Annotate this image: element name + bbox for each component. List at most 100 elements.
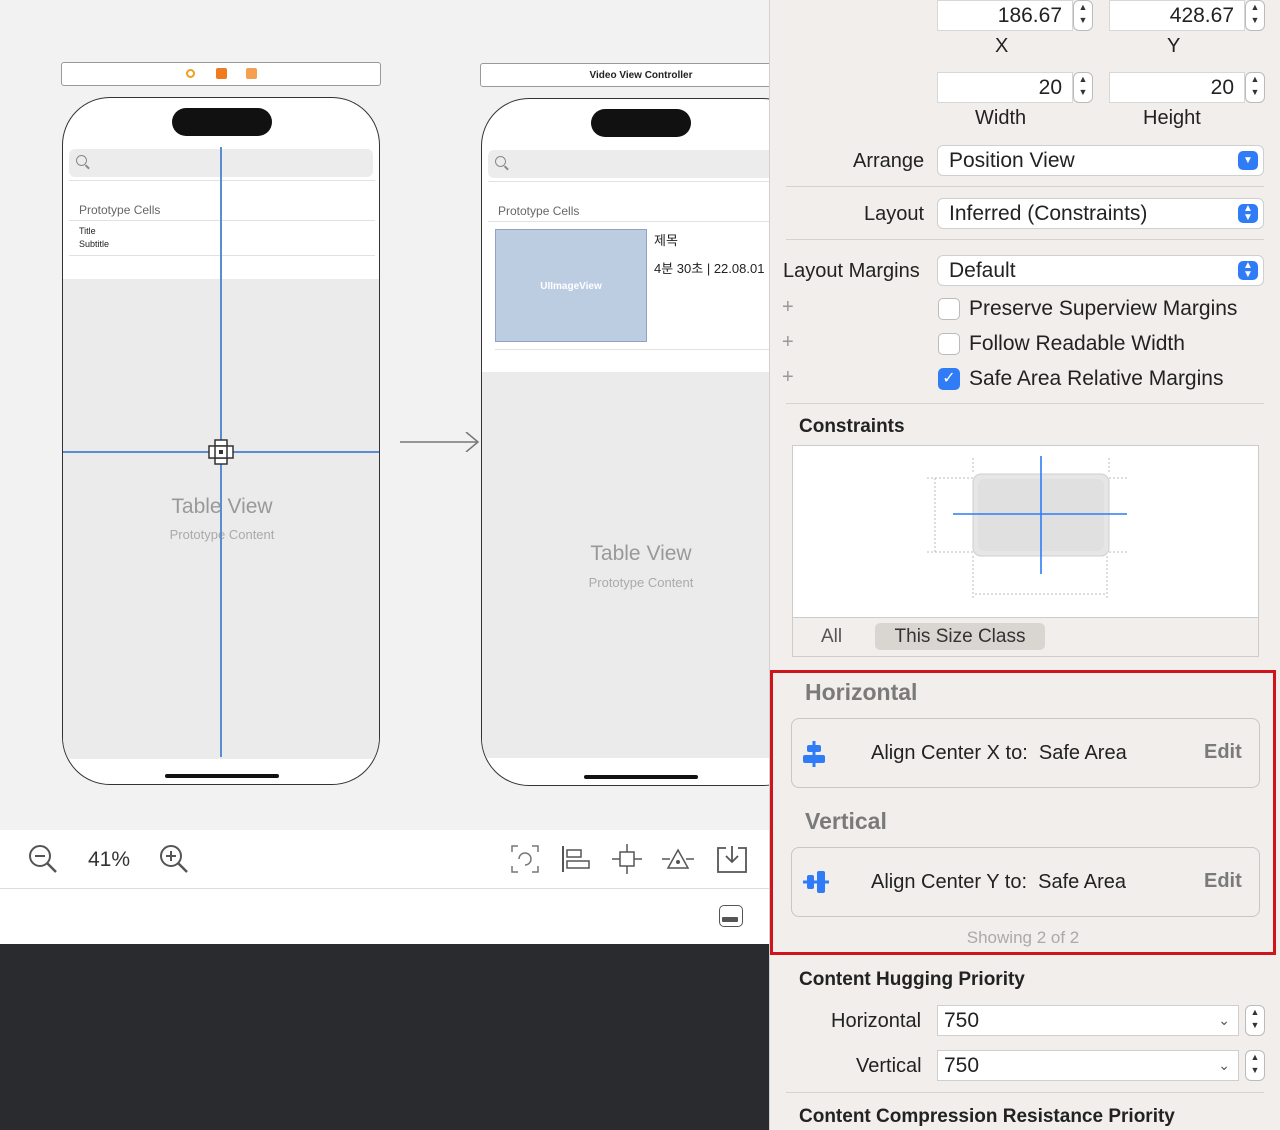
up-down-chevron-icon: ▲ ▼ [1238, 261, 1258, 280]
content-hugging-title: Content Hugging Priority [799, 969, 1025, 990]
add-variation-icon[interactable]: + [782, 366, 794, 389]
constraints-editor[interactable]: All This Size Class [792, 445, 1259, 657]
zoom-in-button[interactable] [159, 844, 189, 879]
hugging-horizontal-label: Horizontal [831, 1010, 922, 1032]
x-field[interactable]: 186.67 [937, 0, 1073, 31]
y-field[interactable]: 428.67 [1109, 0, 1245, 31]
exit-icon[interactable] [246, 68, 257, 79]
height-field[interactable]: 20 [1109, 72, 1245, 103]
safe-area-relative-margins-checkbox[interactable]: ✓ [938, 368, 960, 390]
edit-center-x-button[interactable]: Edit [1204, 741, 1242, 764]
search-icon [76, 155, 87, 166]
edit-center-y-button[interactable]: Edit [1204, 870, 1242, 893]
layout-margins-value: Default [949, 259, 1016, 282]
zoom-out-icon [29, 845, 57, 873]
divider [786, 239, 1264, 240]
constraint-center-y[interactable]: Align Center Y to: Safe Area Edit [791, 847, 1260, 917]
tab-all[interactable]: All [821, 626, 842, 648]
hugging-horizontal-combo[interactable]: 750 ⌄ [937, 1005, 1239, 1036]
image-view-label: UIImageView [540, 281, 602, 292]
hugging-vertical-value: 750 [944, 1054, 980, 1077]
chevron-down-icon: ⌄ [1218, 1057, 1230, 1073]
update-frames-button[interactable] [510, 844, 540, 879]
phone-frame-scene2[interactable]: Prototype Cells UIImageView 제목 4분 30초 | … [481, 98, 811, 786]
add-constraints-icon [612, 844, 642, 874]
toggle-debug-area-button[interactable] [719, 905, 743, 927]
storyboard-canvas[interactable]: Prototype Cells Title Subtitle Table Vie… [0, 0, 811, 830]
selected-view-handle[interactable] [208, 439, 234, 465]
follow-readable-width-checkbox[interactable] [938, 333, 960, 355]
width-field[interactable]: 20 [937, 72, 1073, 103]
zoom-level[interactable]: 41% [88, 848, 130, 872]
hugging-horizontal-value: 750 [944, 1009, 980, 1032]
home-indicator [165, 774, 279, 778]
constraints-title: Constraints [799, 416, 905, 437]
layout-margins-label: Layout Margins [783, 260, 920, 282]
align-button[interactable] [561, 844, 591, 879]
chevron-down-icon: ⌄ [1218, 1012, 1230, 1028]
size-inspector: 186.67 ▲ ▼ X 428.67 ▲ ▼ Y 20 ▲ ▼ Width 20 ▲… [769, 0, 1280, 1130]
preserve-superview-margins-checkbox[interactable] [938, 298, 960, 320]
search-bar[interactable] [488, 150, 808, 178]
safe-area-relative-margins-label: Safe Area Relative Margins [969, 367, 1224, 390]
cell-subtitle: Subtitle [79, 239, 110, 249]
cell-title: Title [79, 226, 96, 236]
add-constraints-button[interactable] [612, 844, 642, 879]
arrange-label: Arrange [853, 150, 925, 172]
table-view-subtitle: Prototype Content [588, 575, 694, 590]
first-responder-icon[interactable] [216, 68, 227, 79]
follow-readable-width-label: Follow Readable Width [969, 332, 1185, 355]
segue-arrow[interactable] [400, 431, 480, 453]
home-indicator [584, 775, 698, 779]
horizontal-section-title: Horizontal [805, 679, 918, 705]
debug-area-icon [722, 917, 738, 922]
embed-in-button[interactable] [716, 844, 748, 879]
width-stepper[interactable]: ▲ ▼ [1073, 72, 1093, 103]
update-frames-icon [511, 845, 539, 873]
dynamic-island [172, 108, 272, 136]
height-stepper[interactable]: ▲ ▼ [1245, 72, 1265, 103]
divider [69, 220, 375, 221]
x-label: X [995, 35, 1009, 57]
constraint-center-y-text: Align Center Y to: Safe Area [871, 871, 1126, 893]
y-stepper[interactable]: ▲ ▼ [1245, 0, 1265, 31]
constraints-diagram [927, 456, 1129, 598]
view-controller-icon[interactable] [186, 69, 195, 78]
scene-dock-bar[interactable] [61, 62, 381, 86]
search-icon [495, 156, 506, 167]
resolve-auto-layout-button[interactable] [662, 844, 694, 879]
compression-resistance-title: Content Compression Resistance Priority [799, 1106, 1175, 1127]
table-view[interactable]: Table View Prototype Content [482, 372, 810, 758]
debug-bar [0, 889, 769, 944]
image-view[interactable]: UIImageView [495, 229, 647, 342]
size-class-tabs: All This Size Class [793, 618, 1258, 656]
hugging-vertical-stepper[interactable]: ▲ ▼ [1245, 1050, 1265, 1081]
hugging-vertical-label: Vertical [856, 1055, 922, 1077]
embed-in-icon [717, 846, 747, 873]
x-stepper[interactable]: ▲ ▼ [1073, 0, 1093, 31]
divider [488, 221, 808, 222]
divider [69, 180, 375, 181]
scene-dock-bar-video[interactable]: Video View Controller [480, 63, 780, 87]
debug-area [0, 944, 769, 1130]
add-variation-icon[interactable]: + [782, 296, 794, 319]
divider [488, 181, 808, 182]
layout-margins-popup[interactable]: Default ▲ ▼ [937, 255, 1264, 286]
preserve-superview-margins-label: Preserve Superview Margins [969, 297, 1238, 320]
divider [786, 1092, 1264, 1093]
resolve-auto-layout-icon [662, 848, 694, 869]
zoom-out-button[interactable] [28, 844, 58, 879]
constraint-center-x[interactable]: Align Center X to: Safe Area Edit [791, 718, 1260, 788]
layout-popup[interactable]: Inferred (Constraints) ▲ ▼ [937, 198, 1264, 229]
cell-detail-label: 4분 30초 | 22.08.01 [654, 261, 765, 276]
hugging-vertical-combo[interactable]: 750 ⌄ [937, 1050, 1239, 1081]
tab-this-size-class[interactable]: This Size Class [875, 623, 1045, 650]
arrange-value: Position View [949, 149, 1075, 172]
divider [786, 403, 1264, 404]
arrange-popup[interactable]: Position View ▼ [937, 145, 1264, 176]
hugging-horizontal-stepper[interactable]: ▲ ▼ [1245, 1005, 1265, 1036]
add-variation-icon[interactable]: + [782, 331, 794, 354]
dynamic-island [591, 109, 691, 137]
up-down-chevron-icon: ▲ ▼ [1238, 204, 1258, 223]
divider [69, 255, 375, 256]
